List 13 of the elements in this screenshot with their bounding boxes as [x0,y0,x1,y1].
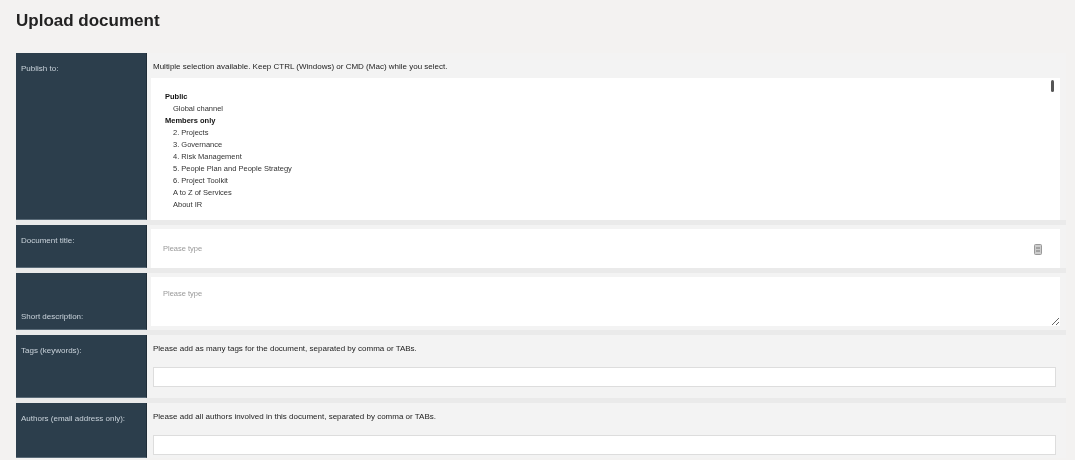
field-label: Authors (email address only): [16,403,147,458]
hint-text: Please add as many tags for the document, separated by comma or TABs. [153,343,418,355]
field-label: Tags (keywords): [16,335,147,398]
hint-text: Please add all authors involved in this document, separated by comma or TABs. [153,411,437,423]
field-label: Publish to: [16,53,147,220]
tags-field[interactable] [153,367,1056,387]
authors-field[interactable] [153,435,1056,455]
hint-text: Multiple selection available. Keep CTRL (Windows) or CMD (Mac) while you select. [152,61,449,73]
field-label: Short description: [16,273,147,330]
page-title: Upload document [16,10,161,32]
field-label: Document title: [16,225,147,268]
card-icon [1034,243,1042,255]
scrollbar-thumb[interactable] [1051,80,1054,92]
